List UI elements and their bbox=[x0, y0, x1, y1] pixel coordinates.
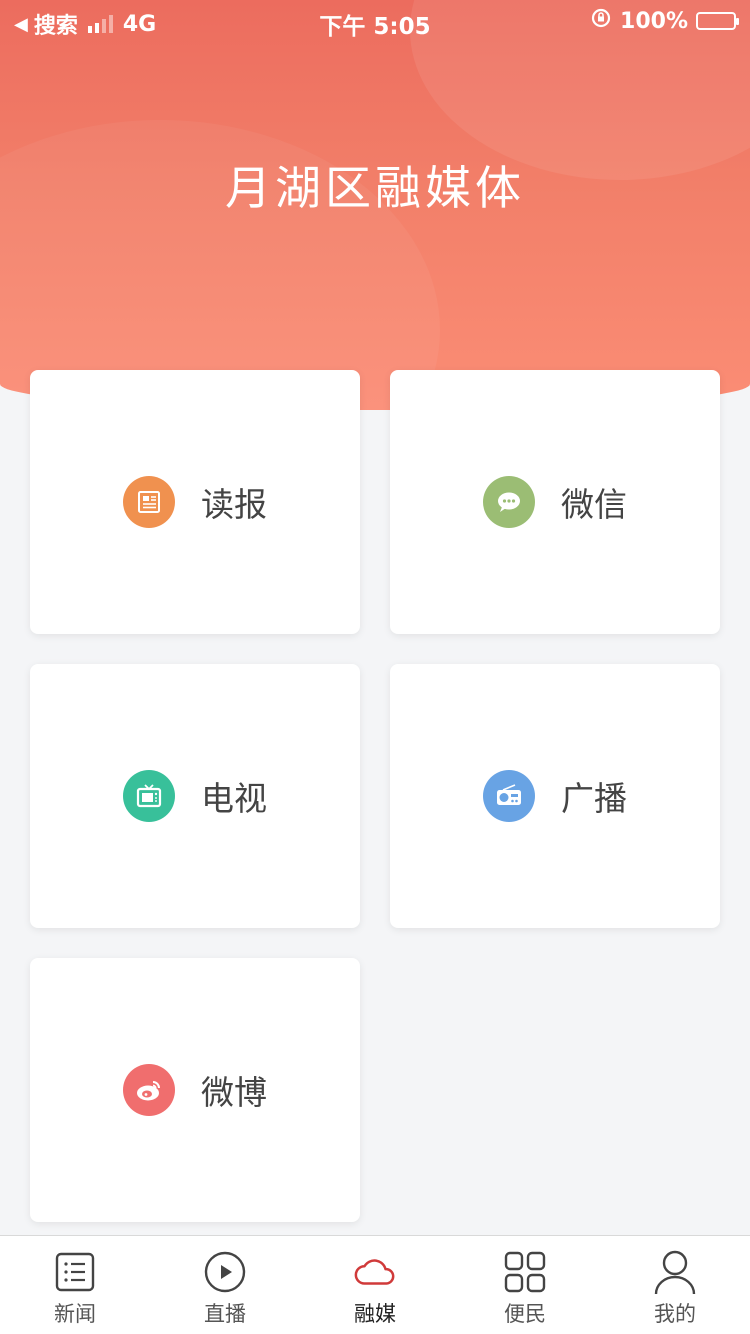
newspaper-icon bbox=[123, 476, 175, 528]
card-radio[interactable]: 广播 bbox=[390, 664, 720, 928]
tab-label: 我的 bbox=[654, 1302, 696, 1326]
weibo-icon bbox=[123, 1064, 175, 1116]
card-label: 微博 bbox=[201, 1073, 267, 1112]
rotation-lock-icon bbox=[590, 7, 612, 35]
radio-icon bbox=[483, 770, 535, 822]
card-label: 广播 bbox=[561, 779, 627, 818]
battery-percent: 100% bbox=[620, 8, 688, 34]
tv-icon bbox=[123, 770, 175, 822]
tab-media[interactable]: 融媒 bbox=[300, 1236, 450, 1334]
card-label: 微信 bbox=[561, 485, 627, 524]
list-icon bbox=[53, 1250, 97, 1294]
bottom-tab-bar: 新闻 直播 融媒 便民 我的 bbox=[0, 1235, 750, 1334]
tab-live[interactable]: 直播 bbox=[150, 1236, 300, 1334]
status-bar: ◀ 搜索 4G 下午 5:05 100% bbox=[0, 0, 750, 42]
wechat-icon bbox=[483, 476, 535, 528]
cloud-icon bbox=[353, 1250, 397, 1294]
play-icon bbox=[203, 1250, 247, 1294]
card-label: 读报 bbox=[201, 485, 267, 524]
user-icon bbox=[653, 1250, 697, 1295]
grid-icon bbox=[503, 1250, 547, 1294]
tab-label: 直播 bbox=[204, 1302, 246, 1326]
tab-news[interactable]: 新闻 bbox=[0, 1236, 150, 1334]
card-wechat[interactable]: 微信 bbox=[390, 370, 720, 634]
battery-icon bbox=[696, 12, 739, 30]
card-tv[interactable]: 电视 bbox=[30, 664, 360, 928]
card-weibo[interactable]: 微博 bbox=[30, 958, 360, 1222]
card-label: 电视 bbox=[201, 779, 267, 818]
card-read-paper[interactable]: 读报 bbox=[30, 370, 360, 634]
tab-label: 便民 bbox=[504, 1302, 546, 1326]
tab-label: 新闻 bbox=[54, 1302, 96, 1326]
page-title: 月湖区融媒体 bbox=[225, 161, 525, 215]
tab-services[interactable]: 便民 bbox=[450, 1236, 600, 1334]
tab-mine[interactable]: 我的 bbox=[600, 1236, 750, 1334]
tab-label: 融媒 bbox=[354, 1302, 396, 1326]
